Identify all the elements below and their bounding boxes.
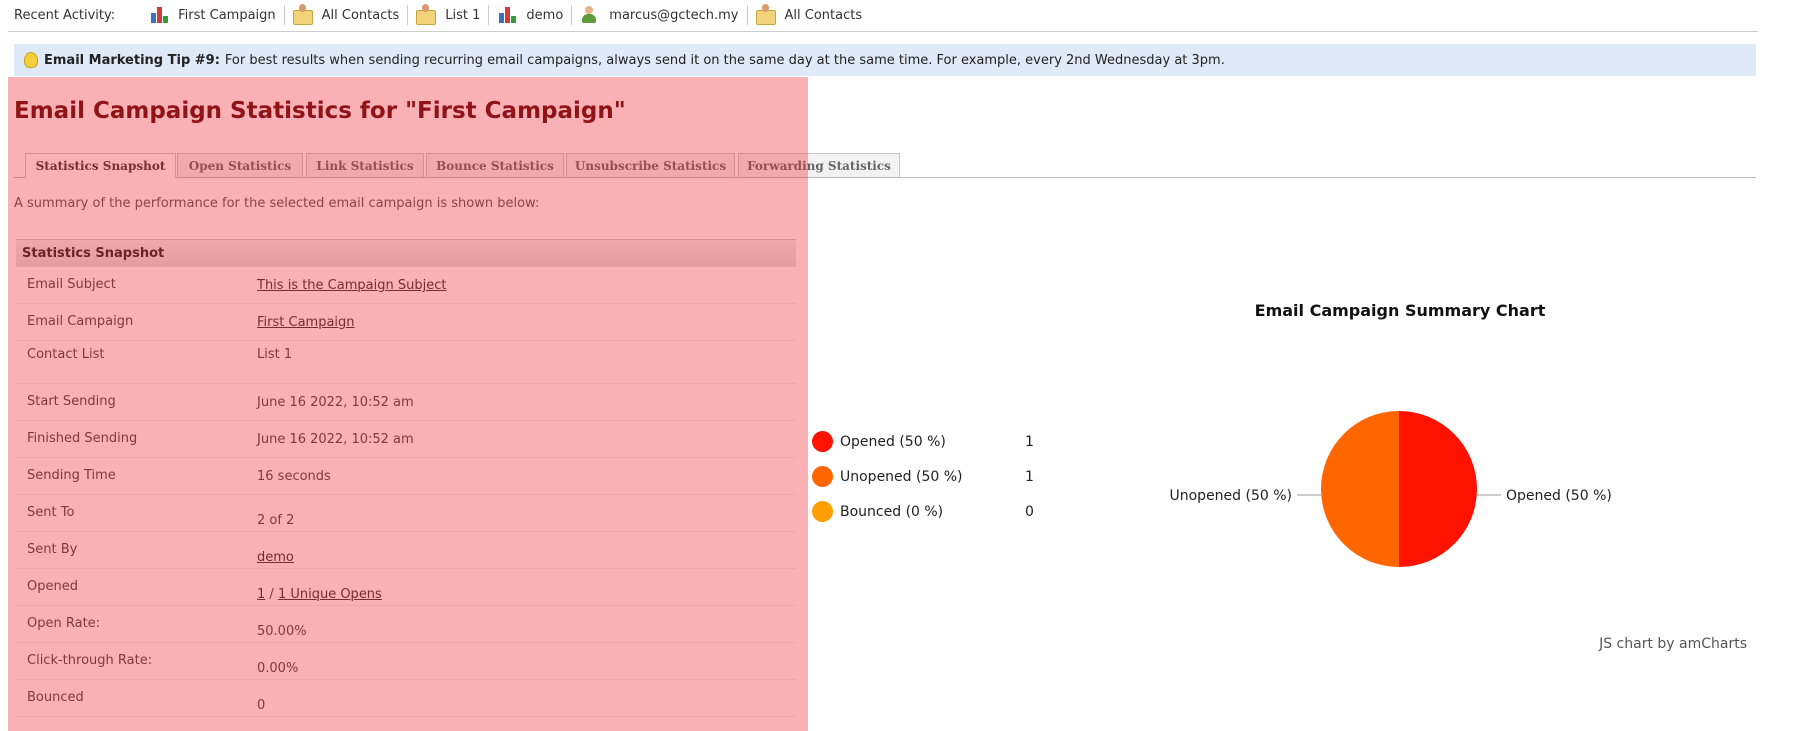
- recent-activity-bar: Recent Activity: First Campaign All Cont…: [14, 4, 870, 26]
- pie-chart: Opened (50 %) Unopened (50 %): [1170, 411, 1612, 567]
- row-label: Bounced: [27, 690, 84, 705]
- unique-opens-link[interactable]: 1 Unique Opens: [278, 587, 382, 602]
- pie-label-opened: Opened (50 %): [1506, 488, 1612, 504]
- recent-item-label: First Campaign: [178, 7, 276, 23]
- recent-item-demo[interactable]: demo: [489, 5, 573, 25]
- contact-list-icon: [416, 4, 437, 25]
- table-row: Contact List List 1: [16, 341, 796, 384]
- legend-marker: [812, 501, 833, 522]
- tip-text: For best results when sending recurring …: [224, 52, 1225, 68]
- pie-slice-unopened[interactable]: [1321, 411, 1399, 567]
- row-value: 1 / 1 Unique Opens: [257, 587, 382, 602]
- sent-by-link[interactable]: demo: [257, 550, 294, 565]
- chart-icon: [149, 6, 169, 24]
- tab-unsubscribe-statistics[interactable]: Unsubscribe Statistics: [566, 153, 735, 177]
- table-row: Finished Sending June 16 2022, 10:52 am: [16, 421, 796, 458]
- user-icon: [580, 6, 600, 24]
- row-label: Open Rate:: [27, 616, 101, 631]
- table-row: Sending Time 16 seconds: [16, 458, 796, 495]
- chart-title: Email Campaign Summary Chart: [1254, 301, 1546, 320]
- recent-item-label: All Contacts: [321, 7, 400, 23]
- row-label: Contact List: [27, 347, 105, 362]
- divider: [8, 31, 1758, 32]
- table-row: Open Rate: 50.00%: [16, 606, 796, 643]
- legend-label: Opened (50 %): [840, 433, 946, 450]
- pie-label-unopened: Unopened (50 %): [1170, 488, 1293, 504]
- row-label: Sent By: [27, 542, 78, 557]
- tip-title: Email Marketing Tip #9:: [44, 52, 220, 68]
- table-heading: Statistics Snapshot: [16, 239, 796, 267]
- row-label: Sent To: [27, 505, 75, 520]
- chart-legend: Opened (50 %) 1 Unopened (50 %) 1 Bounced …: [812, 424, 1042, 529]
- recent-item-label: List 1: [445, 7, 481, 23]
- page-title: Email Campaign Statistics for "First Cam…: [14, 98, 626, 124]
- recent-item-label: All Contacts: [784, 7, 863, 23]
- tab-bar: Statistics Snapshot Open Statistics Link…: [14, 153, 1756, 178]
- legend-value: 1: [1025, 468, 1034, 485]
- row-label: Start Sending: [27, 394, 116, 409]
- email-subject-link[interactable]: This is the Campaign Subject: [257, 278, 446, 293]
- row-label: Finished Sending: [27, 431, 138, 446]
- table-row: Email Subject This is the Campaign Subjec…: [16, 267, 796, 304]
- row-value: 0: [257, 698, 266, 713]
- statistics-snapshot-table: Statistics Snapshot Email Subject This is…: [16, 239, 796, 717]
- tab-link-statistics[interactable]: Link Statistics: [306, 153, 424, 177]
- contact-list-icon: [292, 4, 313, 25]
- table-row: Opened 1 / 1 Unique Opens: [16, 569, 796, 606]
- lightbulb-icon: [24, 52, 38, 68]
- row-value: 2 of 2: [257, 513, 295, 528]
- separator: /: [265, 587, 278, 602]
- row-value: 16 seconds: [257, 469, 331, 484]
- recent-item-label: marcus@gctech.my: [609, 7, 739, 23]
- legend-item-opened[interactable]: Opened (50 %) 1: [812, 424, 1042, 459]
- email-campaign-link[interactable]: First Campaign: [257, 315, 355, 330]
- tab-forwarding-statistics[interactable]: Forwarding Statistics: [738, 153, 900, 177]
- chart-icon: [497, 6, 517, 24]
- contact-list-icon: [755, 4, 776, 25]
- legend-value: 1: [1025, 433, 1034, 450]
- tab-statistics-snapshot[interactable]: Statistics Snapshot: [25, 153, 176, 178]
- row-value: 0.00%: [257, 661, 299, 676]
- row-label: Email Campaign: [27, 314, 134, 329]
- recent-activity-label: Recent Activity:: [14, 7, 116, 23]
- table-row: Sent To 2 of 2: [16, 495, 796, 532]
- table-row: Bounced 0: [16, 680, 796, 717]
- recent-item-label: demo: [526, 7, 564, 23]
- tab-open-statistics[interactable]: Open Statistics: [177, 153, 303, 177]
- summary-text: A summary of the performance for the sel…: [14, 196, 540, 211]
- row-value: June 16 2022, 10:52 am: [257, 432, 414, 447]
- row-label: Opened: [27, 579, 78, 594]
- recent-item-all-contacts[interactable]: All Contacts: [285, 4, 409, 25]
- table-row: Sent By demo: [16, 532, 796, 569]
- legend-item-unopened[interactable]: Unopened (50 %) 1: [812, 459, 1042, 494]
- recent-item-first-campaign[interactable]: First Campaign: [141, 5, 285, 25]
- legend-item-bounced[interactable]: Bounced (0 %) 0: [812, 494, 1042, 529]
- recent-item-all-contacts-2[interactable]: All Contacts: [748, 4, 871, 25]
- row-label: Click-through Rate:: [27, 653, 153, 668]
- legend-label: Unopened (50 %): [840, 468, 963, 485]
- row-label: Email Subject: [27, 277, 116, 292]
- chart-credit[interactable]: JS chart by amCharts: [1560, 636, 1747, 652]
- tab-bounce-statistics[interactable]: Bounce Statistics: [426, 153, 564, 177]
- row-value: List 1: [257, 347, 293, 362]
- recent-item-user[interactable]: marcus@gctech.my: [572, 5, 748, 25]
- row-label: Sending Time: [27, 468, 116, 483]
- table-row: Start Sending June 16 2022, 10:52 am: [16, 384, 796, 421]
- table-row: Click-through Rate: 0.00%: [16, 643, 796, 680]
- recent-item-list-1[interactable]: List 1: [408, 4, 490, 25]
- row-value: 50.00%: [257, 624, 307, 639]
- legend-marker: [812, 466, 833, 487]
- pie-slice-opened[interactable]: [1399, 411, 1477, 567]
- legend-label: Bounced (0 %): [840, 503, 944, 520]
- legend-value: 0: [1025, 503, 1034, 520]
- table-row: Email Campaign First Campaign: [16, 304, 796, 341]
- tip-banner: Email Marketing Tip #9: For best results…: [14, 44, 1756, 76]
- legend-marker: [812, 431, 833, 452]
- row-value: June 16 2022, 10:52 am: [257, 395, 414, 410]
